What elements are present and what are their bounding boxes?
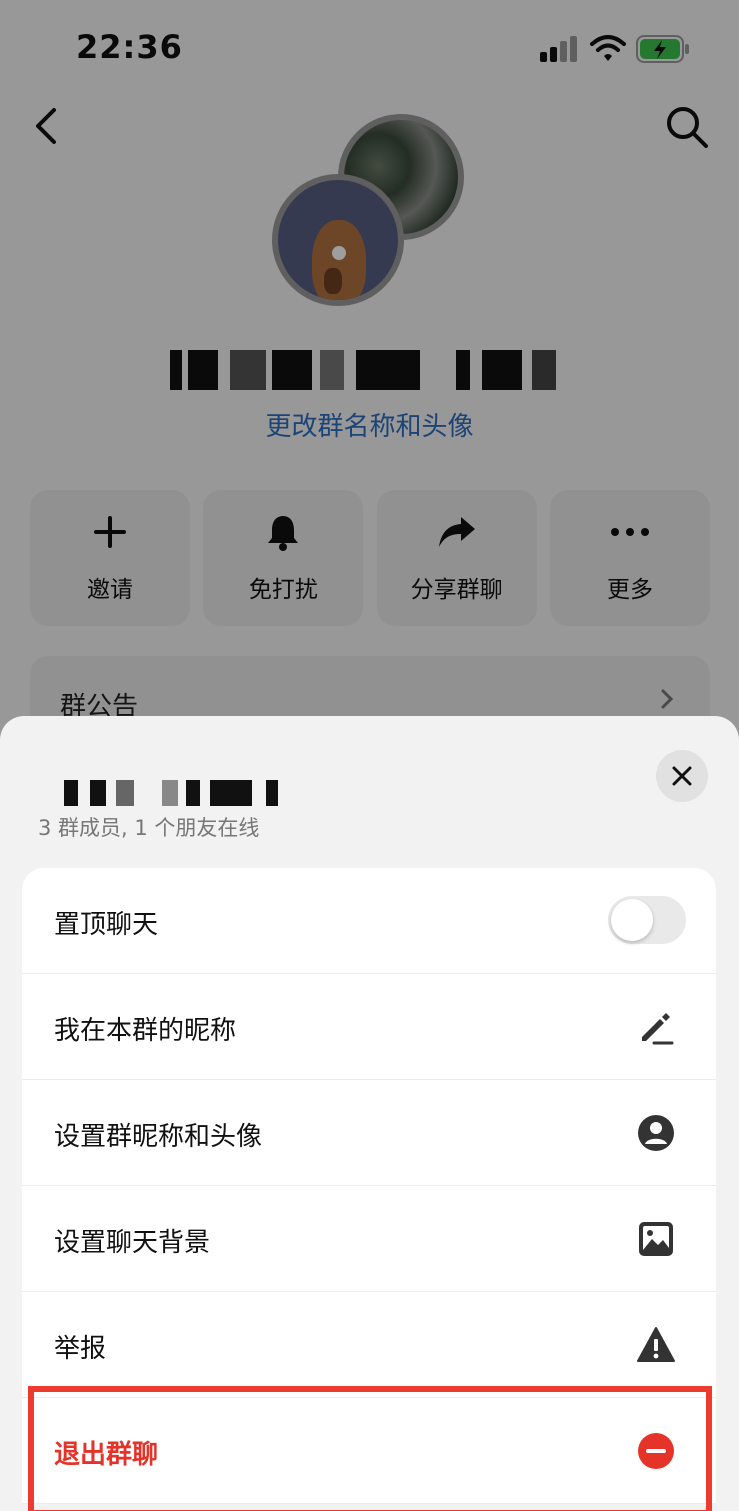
- chat-background-row[interactable]: 设置聊天背景: [22, 1186, 716, 1292]
- pencil-icon: [642, 1013, 674, 1045]
- report-row[interactable]: 举报: [22, 1292, 716, 1398]
- warning-icon: [637, 1327, 675, 1362]
- person-circle-icon: [638, 1115, 674, 1151]
- my-group-nickname-row[interactable]: 我在本群的昵称: [22, 974, 716, 1080]
- chat-background-label: 设置聊天背景: [54, 1228, 211, 1258]
- image-icon: [639, 1222, 673, 1256]
- close-button[interactable]: [656, 750, 708, 802]
- pin-chat-row[interactable]: 置顶聊天: [22, 868, 716, 974]
- pin-chat-toggle[interactable]: [608, 896, 686, 944]
- sheet-subtitle: 3 群成员, 1 个朋友在线: [38, 816, 260, 840]
- pin-chat-label: 置顶聊天: [54, 910, 159, 940]
- highlight-box: [28, 1386, 712, 1511]
- group-nickname-avatar-label: 设置群昵称和头像: [54, 1122, 263, 1152]
- group-nickname-avatar-row[interactable]: 设置群昵称和头像: [22, 1080, 716, 1186]
- report-label: 举报: [54, 1334, 107, 1364]
- my-group-nickname-label: 我在本群的昵称: [54, 1016, 237, 1046]
- close-icon: [672, 766, 692, 786]
- sheet-title-redacted: [46, 768, 336, 808]
